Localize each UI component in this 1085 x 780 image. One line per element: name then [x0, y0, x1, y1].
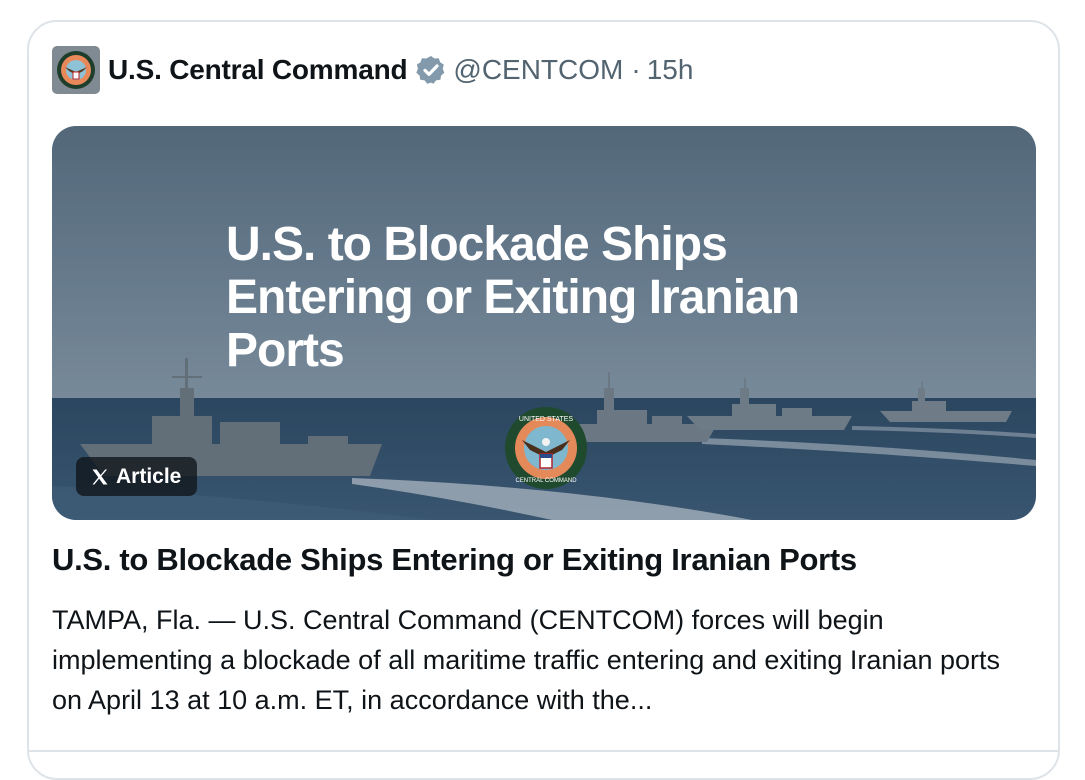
verified-badge-icon	[416, 56, 445, 84]
article-badge: Article	[76, 457, 198, 496]
post-timestamp[interactable]: 15h	[647, 54, 694, 86]
centcom-emblem-icon: UNITED STATES CENTRAL COMMAND	[505, 407, 587, 489]
article-image[interactable]: U.S. to Blockade Ships Entering or Exiti…	[52, 126, 1036, 520]
centcom-seal-icon	[57, 51, 95, 89]
header-separator: ·	[631, 54, 641, 85]
author-handle[interactable]: @CENTCOM	[453, 54, 623, 86]
image-title: U.S. to Blockade Ships Entering or Exiti…	[226, 218, 800, 377]
avatar[interactable]	[52, 46, 100, 94]
author-name[interactable]: U.S. Central Command	[108, 54, 408, 86]
emblem-text-bottom: CENTRAL COMMAND	[515, 478, 577, 484]
badge-label: Article	[116, 464, 182, 488]
card-divider	[29, 750, 1058, 752]
emblem-text-top: UNITED STATES	[519, 416, 574, 423]
article-headline[interactable]: U.S. to Blockade Ships Entering or Exiti…	[52, 542, 857, 578]
post-header: U.S. Central Command @CENTCOM · 15h	[52, 46, 693, 94]
article-summary: TAMPA, Fla. — U.S. Central Command (CENT…	[52, 605, 1000, 715]
x-logo-icon	[92, 469, 108, 484]
